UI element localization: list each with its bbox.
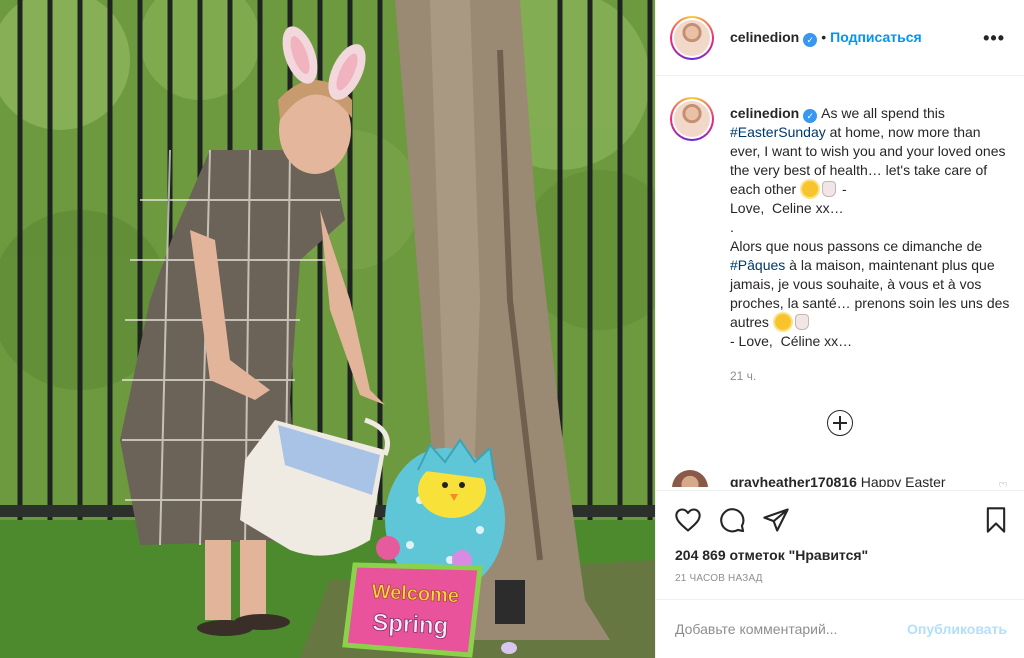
easter-photo-illustration: Welcome Spring: [0, 0, 655, 658]
likes-count[interactable]: 204 869 отметок "Нравится": [675, 547, 868, 563]
action-bar: 204 869 отметок "Нравится" 21 ЧАСОВ НАЗА…: [656, 490, 1024, 600]
verified-badge-icon: ✓: [803, 33, 818, 47]
sun-emoji-icon: [774, 314, 791, 330]
more-options-icon[interactable]: •••: [983, 28, 1005, 49]
separator-dot: •: [821, 29, 827, 45]
follow-button[interactable]: Подписаться: [830, 29, 922, 45]
sun-emoji-icon: [802, 181, 819, 197]
publish-button[interactable]: Опубликовать: [907, 621, 1007, 637]
bookmark-icon[interactable]: [982, 506, 1010, 534]
comment-icon[interactable]: [718, 506, 746, 534]
caption-area: celinedion ✓ As we all spend this #Easter…: [656, 77, 1024, 487]
post-photo[interactable]: Welcome Spring: [0, 0, 655, 658]
plus-circle-icon[interactable]: [827, 410, 853, 436]
heart-icon[interactable]: [674, 506, 702, 534]
caption-en-part1: As we all spend this: [821, 105, 949, 121]
caption-username-link[interactable]: celinedion: [730, 105, 799, 121]
commenter-avatar[interactable]: [672, 470, 708, 487]
caption-dot-line: .: [730, 219, 734, 235]
sign-text-welcome: Welcome: [371, 581, 459, 608]
hashtag-paques[interactable]: #Pâques: [730, 257, 785, 273]
comment-text: grayheather170816 Happy Easter: [730, 474, 946, 487]
paper-plane-icon[interactable]: [762, 506, 790, 534]
username-link[interactable]: celinedion: [730, 29, 799, 45]
comment-input[interactable]: Добавьте комментарий...: [675, 621, 837, 637]
caption-fr-signoff: - Love, Céline xx…: [730, 333, 853, 349]
sign-text-spring: Spring: [372, 609, 449, 640]
bunny-emoji-icon: [794, 314, 809, 330]
bunny-emoji-icon: [822, 181, 837, 197]
hashtag-easter-sunday[interactable]: #EasterSunday: [730, 124, 826, 140]
verified-badge-icon: ✓: [803, 109, 818, 123]
caption-fr-part1: Alors que nous passons ce dimanche de: [730, 238, 987, 254]
caption-timestamp[interactable]: 21 ч.: [730, 369, 756, 383]
commenter-username[interactable]: grayheather170816: [730, 474, 857, 487]
post-sidebar: celinedion ✓ • Подписаться ••• celinedion ✓ …: [655, 0, 1024, 658]
avatar[interactable]: [670, 16, 714, 60]
caption-en-part3: -: [838, 181, 847, 197]
comment-like-heart-icon[interactable]: ♡: [998, 480, 1008, 487]
caption-en-signoff: Love, Celine xx…: [730, 200, 844, 216]
header-user-row: celinedion ✓ • Подписаться: [730, 29, 922, 47]
caption-avatar[interactable]: [670, 97, 714, 141]
add-comment-bar: Добавьте комментарий... Опубликовать: [656, 599, 1024, 658]
post-timestamp[interactable]: 21 ЧАСОВ НАЗАД: [675, 573, 763, 584]
post-header: celinedion ✓ • Подписаться •••: [656, 0, 1024, 76]
comment-body: Happy Easter: [856, 474, 946, 487]
caption-text: celinedion ✓ As we all spend this #Easter…: [730, 104, 1010, 351]
